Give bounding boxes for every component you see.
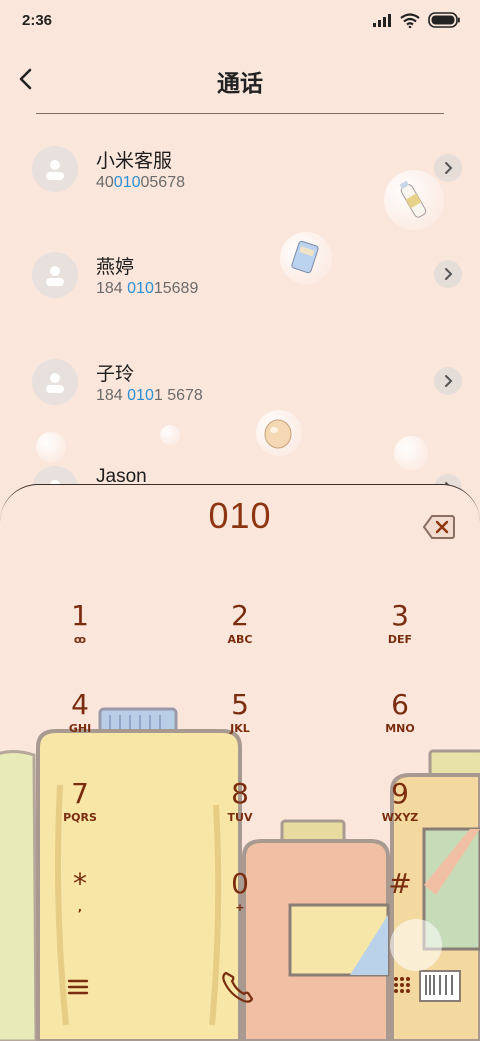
page-title: 通话 [217,71,263,97]
key-1[interactable]: 1ꝏ [30,601,130,647]
phone-icon[interactable] [218,967,258,1007]
signal-icon [373,14,391,27]
contact-name: 燕婷 [96,257,135,278]
contact-number: 184 0101 5678 [96,387,203,404]
wifi-icon [400,12,420,28]
dialpad-icon[interactable] [392,975,412,995]
top-bar: 通话 [0,50,480,110]
key-2[interactable]: 2 ABC [190,601,290,647]
key-hash[interactable]: # [350,869,450,901]
battery-icon [428,12,460,28]
key-7[interactable]: 7 PQRS [30,779,130,825]
status-time: 2:36 [22,12,53,29]
contact-name: 子玲 [96,364,135,385]
key-6[interactable]: 6 MNO [350,690,450,736]
key-4[interactable]: 4 GHI [30,690,130,736]
status-bar: 2:36 [0,0,480,42]
dialer-panel: 010 1ꝏ 2 ABC 3 DEF 4 GHI 5 JKL 6 MNO 7 PQRS 8T… [0,484,480,1041]
chevron-right-icon[interactable] [434,154,462,182]
key-5[interactable]: 5 JKL [190,690,290,736]
dial-input[interactable]: 010 [0,495,480,537]
header-divider [36,113,444,114]
delete-icon[interactable] [422,513,456,541]
avatar [32,146,78,192]
person-icon [46,266,64,286]
person-icon [46,160,64,180]
avatar [32,252,78,298]
jars-illustration [0,707,480,1041]
list-item[interactable]: 子玲 184 0101 5678 [0,345,480,445]
key-0[interactable]: 0 + [190,869,290,915]
chevron-right-icon[interactable] [434,367,462,395]
key-star[interactable]: *, [30,869,130,915]
key-8[interactable]: 8 TUV [190,779,290,825]
key-3[interactable]: 3 DEF [350,601,450,647]
contact-number: 4001005678 [96,174,185,191]
contact-name: 小米客服 [96,151,173,172]
menu-icon[interactable] [66,977,90,997]
person-icon [46,373,64,393]
list-item[interactable]: 小米客服 4001005678 [0,132,480,232]
avatar [32,359,78,405]
key-9[interactable]: 9 WXYZ [350,779,450,825]
chevron-right-icon[interactable] [434,260,462,288]
contact-number: 184 01015689 [96,280,199,297]
list-item[interactable]: 燕婷 184 01015689 [0,238,480,338]
